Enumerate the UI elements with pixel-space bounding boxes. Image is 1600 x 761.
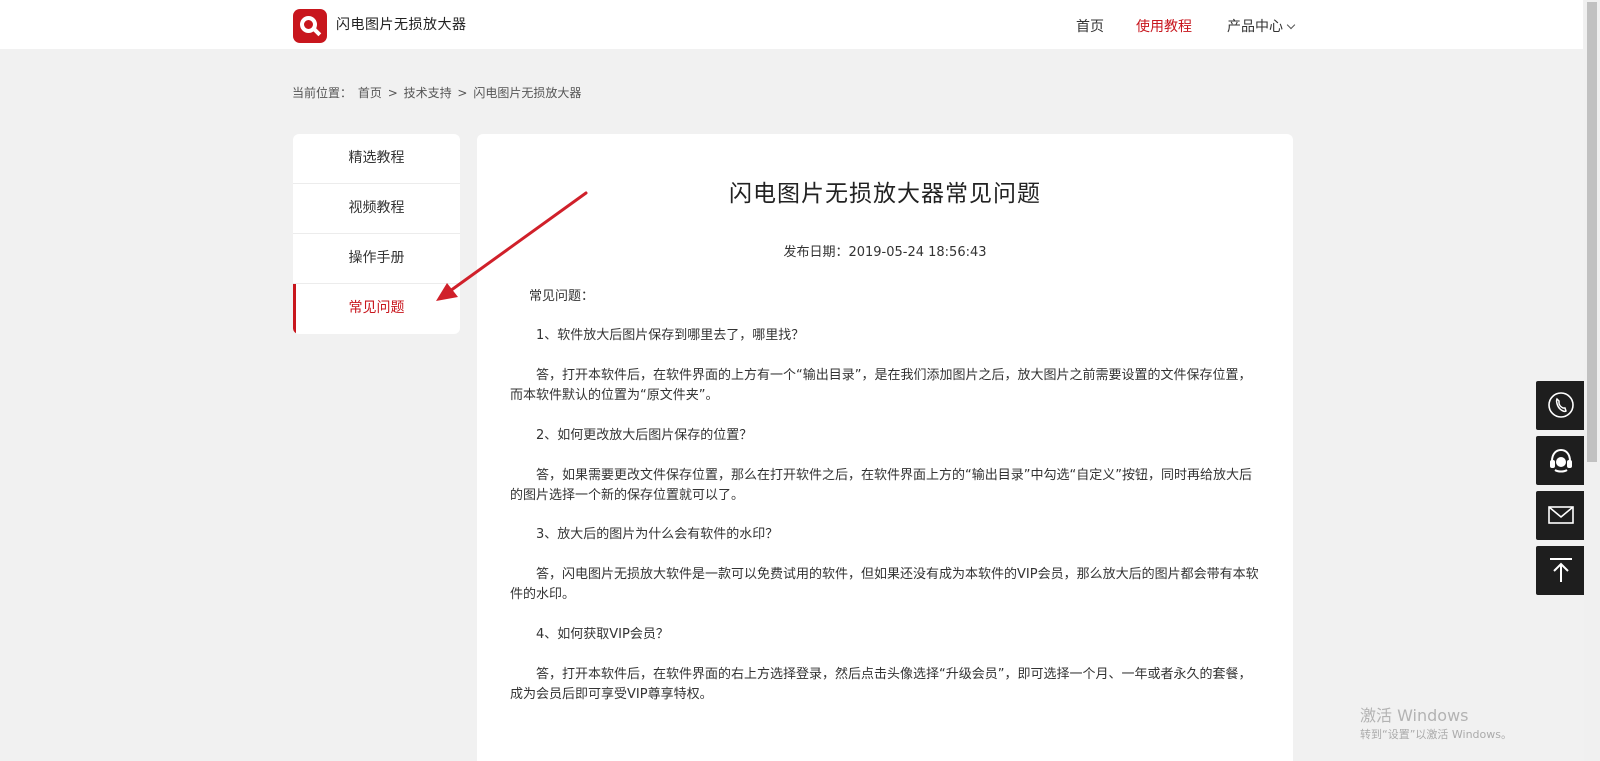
scrollbar-thumb[interactable] — [1587, 2, 1597, 462]
os-activation-watermark-sub: 转到“设置”以激活 Windows。 — [1360, 728, 1512, 741]
headset-icon — [1550, 448, 1572, 473]
article-paragraph: 3、放大后的图片为什么会有软件的水印？ — [536, 527, 779, 542]
nav-products[interactable]: 产品中心 — [1227, 16, 1296, 36]
nav-tutorials[interactable]: 使用教程 — [1136, 16, 1192, 36]
article-paragraph: 答，闪电图片无损放大软件是一款可以免费试用的软件，但如果还没有成为本软件的VIP… — [510, 567, 1259, 602]
article-paragraph: 1、软件放大后图片保存到哪里去了，哪里找？ — [536, 328, 805, 343]
mail-icon — [1548, 506, 1574, 524]
support-button[interactable] — [1536, 436, 1586, 485]
phone-icon — [1548, 392, 1574, 418]
article-paragraph: 答，打开本软件后，在软件界面的右上方选择登录，然后点击头像选择“升级会员”，即可… — [510, 667, 1252, 702]
os-activation-watermark: 激活 Windows — [1360, 706, 1469, 725]
annotation-arrow — [436, 191, 588, 301]
article-paragraph: 4、如何获取VIP会员？ — [536, 627, 669, 642]
nav-home[interactable]: 首页 — [1076, 16, 1104, 36]
article-paragraph: 答，打开本软件后，在软件界面的上方有一个“输出目录”，是在我们添加图片之后，放大… — [510, 368, 1252, 403]
chevron-down-icon — [1286, 20, 1296, 30]
nav-products-label: 产品中心 — [1227, 19, 1283, 35]
back-to-top-button[interactable] — [1536, 546, 1586, 595]
message-button[interactable] — [1536, 491, 1586, 540]
article-paragraph: 2、如何更改放大后图片保存的位置？ — [536, 428, 753, 443]
article-paragraph: 答，如果需要更改文件保存位置，那么在打开软件之后，在软件界面上方的“输出目录”中… — [510, 468, 1252, 503]
phone-button[interactable] — [1536, 381, 1586, 430]
article-paragraph: 常见问题： — [529, 289, 595, 304]
back-to-top-icon — [1550, 558, 1572, 582]
